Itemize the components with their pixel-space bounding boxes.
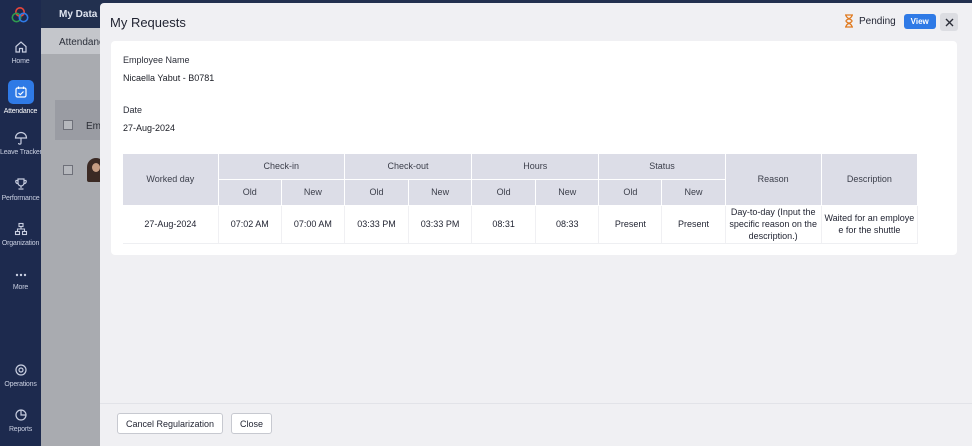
status-badge: Pending View (843, 13, 936, 29)
column-header-old: Old (344, 179, 410, 206)
cell-check-out-new: 03:33 PM (408, 205, 473, 244)
hourglass-icon (845, 14, 853, 28)
cell-check-out-old: 03:33 PM (344, 205, 410, 244)
app-logo-icon (11, 7, 29, 23)
cell-status-old: Present (598, 205, 663, 244)
column-header-new: New (535, 179, 600, 206)
regularization-table: Worked day Check-in Check-out Hours Stat… (123, 154, 919, 244)
left-nav-rail: Home Attendance Leave Tracker Performanc… (0, 0, 42, 446)
background-header-checkbox[interactable] (63, 120, 73, 130)
sidebar-item-operations[interactable]: Operations (0, 363, 41, 388)
sidebar-item-reports[interactable]: Reports (0, 408, 41, 433)
my-requests-modal: My Requests Pending View Employee Name N… (100, 3, 972, 446)
sidebar-item-label: Operations (4, 381, 37, 388)
sidebar-item-attendance[interactable]: Attendance (0, 80, 41, 115)
org-chart-icon (14, 222, 27, 236)
employee-name-value: Nicaella Yabut - B0781 (123, 73, 215, 83)
view-button[interactable]: View (903, 13, 936, 29)
sidebar-item-label: More (12, 284, 29, 291)
background-page-title: My Data (59, 9, 98, 20)
column-header-new: New (661, 179, 726, 206)
cell-check-in-new: 07:00 AM (281, 205, 345, 244)
sidebar-item-leave-tracker[interactable]: Leave Tracker (0, 131, 42, 156)
operations-gear-icon (14, 364, 27, 376)
column-header-old: Old (218, 179, 282, 206)
sidebar-item-label: Organization (1, 240, 40, 247)
sidebar-item-performance[interactable]: Performance (0, 177, 41, 202)
background-row-checkbox[interactable] (63, 165, 73, 175)
sidebar-item-label: Performance (1, 195, 40, 202)
column-header-new: New (408, 179, 473, 206)
cancel-regularization-button[interactable]: Cancel Regularization (117, 413, 224, 434)
background-tab-attendance[interactable]: Attendanc (59, 37, 104, 48)
cell-check-in-old: 07:02 AM (218, 205, 282, 244)
sidebar-item-label: Reports (8, 426, 33, 433)
trophy-icon (14, 178, 27, 190)
background-column-header: Em (86, 121, 101, 132)
cell-status-new: Present (661, 205, 726, 244)
table-row: 27-Aug-2024 07:02 AM 07:00 AM 03:33 PM 0… (123, 205, 919, 244)
column-header-hours: Hours (471, 154, 600, 180)
close-button[interactable]: Close (231, 413, 273, 434)
close-icon (945, 18, 953, 26)
request-details-card: Employee Name Nicaella Yabut - B0781 Dat… (111, 41, 957, 255)
employee-name-label: Employee Name (123, 55, 190, 65)
sidebar-item-more[interactable]: More (0, 270, 41, 291)
column-header-status: Status (598, 154, 726, 180)
column-header-reason: Reason (725, 154, 822, 206)
sidebar-item-label: Home (11, 58, 30, 65)
sidebar-item-label: Leave Tracker (0, 149, 42, 156)
column-header-check-out: Check-out (344, 154, 473, 180)
pie-chart-icon (14, 409, 27, 421)
column-header-old: Old (598, 179, 663, 206)
umbrella-icon (14, 131, 27, 145)
cell-hours-new: 08:33 (535, 205, 600, 244)
date-label: Date (123, 105, 143, 115)
column-header-worked-day: Worked day (123, 154, 219, 206)
column-header-check-in: Check-in (218, 154, 345, 180)
column-header-new: New (281, 179, 345, 206)
sidebar-item-home[interactable]: Home (0, 40, 41, 65)
status-text: Pending (859, 15, 896, 27)
calendar-check-icon (14, 86, 27, 98)
cell-reason: Day-to-day (Input the specific reason on… (725, 205, 822, 244)
more-dots-icon (15, 273, 26, 277)
sidebar-item-label: Attendance (3, 108, 38, 115)
sidebar-item-organization[interactable]: Organization (0, 222, 41, 247)
column-header-description: Description (821, 154, 919, 206)
cell-hours-old: 08:31 (471, 205, 537, 244)
close-modal-button[interactable] (940, 13, 958, 31)
modal-footer: Cancel Regularization Close (100, 403, 972, 446)
home-icon (14, 41, 27, 53)
modal-title: My Requests (110, 15, 186, 30)
cell-description: Waited for an employee for the shuttle (821, 205, 919, 244)
column-header-old: Old (471, 179, 537, 206)
cell-worked-day: 27-Aug-2024 (123, 205, 219, 244)
date-value: 27-Aug-2024 (123, 123, 176, 133)
